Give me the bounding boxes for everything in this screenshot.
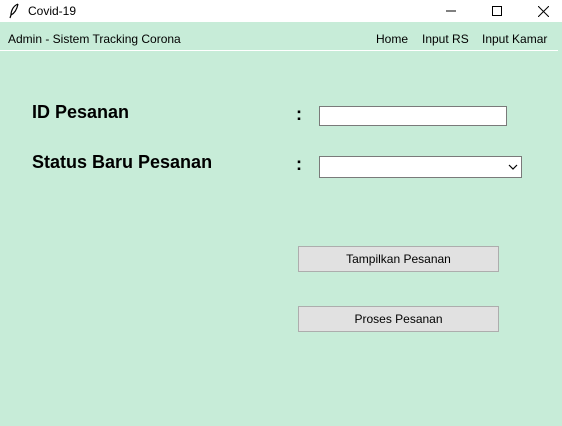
tampilkan-pesanan-button[interactable]: Tampilkan Pesanan bbox=[298, 246, 499, 272]
status-dropdown[interactable] bbox=[319, 156, 522, 178]
minimize-button[interactable] bbox=[428, 0, 474, 22]
menu-input-rs[interactable]: Input RS bbox=[422, 32, 469, 46]
close-button[interactable] bbox=[520, 0, 562, 22]
proses-pesanan-button[interactable]: Proses Pesanan bbox=[298, 306, 499, 332]
menubar: Admin - Sistem Tracking Corona Home Inpu… bbox=[0, 26, 558, 51]
status-baru-label: Status Baru Pesanan bbox=[32, 152, 213, 172]
minimize-icon bbox=[446, 10, 456, 12]
colon-separator: : bbox=[296, 104, 302, 124]
maximize-button[interactable] bbox=[474, 0, 520, 22]
close-icon bbox=[537, 5, 549, 17]
menu-home[interactable]: Home bbox=[376, 32, 408, 46]
id-pesanan-input[interactable] bbox=[319, 106, 507, 126]
window-titlebar: Covid-19 bbox=[0, 0, 562, 22]
maximize-icon bbox=[492, 6, 502, 16]
colon-separator: : bbox=[296, 154, 302, 174]
feather-icon bbox=[9, 3, 19, 19]
app-title: Admin - Sistem Tracking Corona bbox=[8, 32, 181, 46]
menu-input-kamar[interactable]: Input Kamar bbox=[482, 32, 547, 46]
window-title: Covid-19 bbox=[28, 4, 77, 18]
chevron-down-icon bbox=[508, 164, 518, 170]
main-window: Admin - Sistem Tracking Corona Home Inpu… bbox=[0, 22, 562, 426]
id-pesanan-label: ID Pesanan bbox=[32, 102, 130, 122]
